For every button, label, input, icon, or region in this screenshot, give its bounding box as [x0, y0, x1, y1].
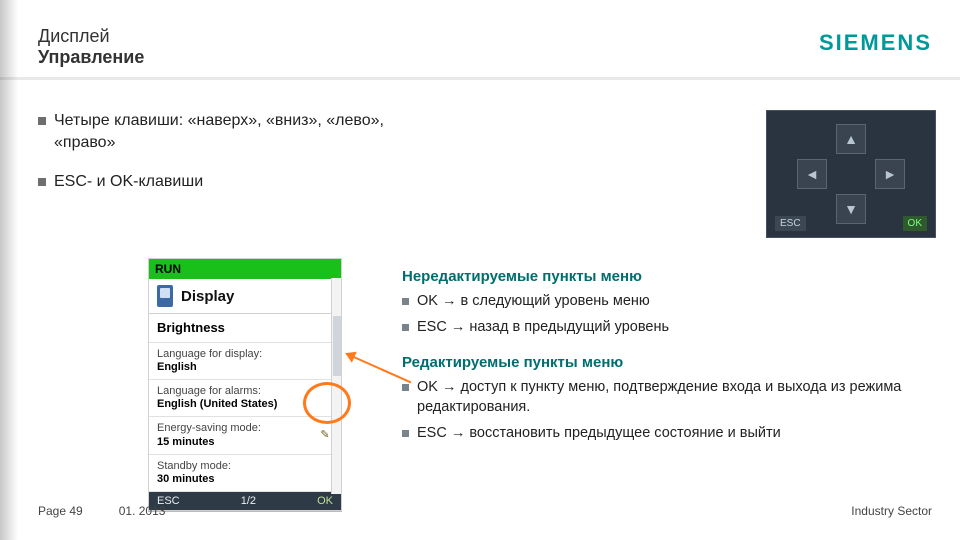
bullet-square-icon [38, 117, 46, 125]
plc-icon [157, 285, 173, 307]
point-ok-edit: OK → доступ к пункту меню, подтверждение… [417, 377, 922, 418]
slide-header: Дисплей Управление SIEMENS [0, 0, 960, 78]
bullet-1-line-a: Четыре клавиши: «наверх», «вниз», «лево»… [54, 112, 384, 129]
menu-language-display[interactable]: Language for display: English [149, 343, 341, 380]
menu-brightness[interactable]: Brightness [149, 314, 341, 343]
menu-standby[interactable]: Standby mode: 30 minutes [149, 455, 341, 492]
brightness-label: Brightness [157, 320, 225, 335]
bullet-square-icon [38, 178, 46, 186]
display-title: Display [181, 288, 234, 305]
row-value: English [157, 361, 333, 374]
bullet-2-text: ESC- и OK-клавиши [54, 171, 203, 193]
keypad-esc-label[interactable]: ESC [775, 216, 806, 231]
dpad-left-button[interactable]: ◄ [797, 159, 827, 189]
dpad-up-button[interactable]: ▲ [836, 124, 866, 154]
dpad-down-button[interactable]: ▼ [836, 194, 866, 224]
pencil-icon: ✎ [319, 430, 331, 442]
scrollbar-thumb[interactable] [333, 316, 341, 376]
run-status: RUN [149, 259, 341, 279]
bullet-1-line-b: «право» [54, 134, 115, 151]
row-key: Language for display: [157, 348, 333, 361]
heading-editable: Редактируемые пункты меню [402, 352, 922, 373]
row-value: 30 minutes [157, 473, 333, 486]
bullet-square-icon [402, 324, 409, 331]
footer-date: 01. 2013 [119, 504, 166, 518]
bullet-square-icon [402, 298, 409, 305]
bullet-square-icon [402, 384, 409, 391]
point-esc-back: ESC → назад в предыдущий уровень [417, 317, 669, 337]
page-shadow [0, 0, 18, 540]
page-number: Page 49 [38, 504, 83, 518]
keypad-photo: ▲ ▼ ◄ ► ESC OK [766, 110, 936, 238]
heading-noneditable: Нередактируемые пункты меню [402, 266, 922, 287]
dpad: ▲ ▼ ◄ ► [791, 124, 911, 224]
title-line-1: Дисплей [38, 26, 144, 47]
point-ok-next: OK → в следующий уровень меню [417, 291, 650, 311]
menu-energy-saving[interactable]: Energy-saving mode: 15 minutes ✎ [149, 417, 341, 454]
row-key: Standby mode: [157, 460, 333, 473]
explanation-block: Нередактируемые пункты меню OK → в следу… [402, 260, 922, 449]
display-header: Display [149, 279, 341, 313]
row-key: Energy-saving mode: [157, 422, 333, 435]
footer-sector: Industry Sector [851, 504, 932, 518]
header-rule [0, 77, 960, 80]
keypad-ok-label[interactable]: OK [903, 216, 927, 231]
point-esc-restore: ESC → восстановить предыдущее состояние … [417, 423, 781, 443]
title-line-2: Управление [38, 47, 144, 68]
bullet-square-icon [402, 430, 409, 437]
brand-logo: SIEMENS [819, 30, 932, 56]
highlight-circle [303, 382, 351, 424]
row-value: 15 minutes [157, 436, 333, 449]
dpad-right-button[interactable]: ► [875, 159, 905, 189]
slide-footer: Page 49 01. 2013 Industry Sector [38, 504, 932, 518]
